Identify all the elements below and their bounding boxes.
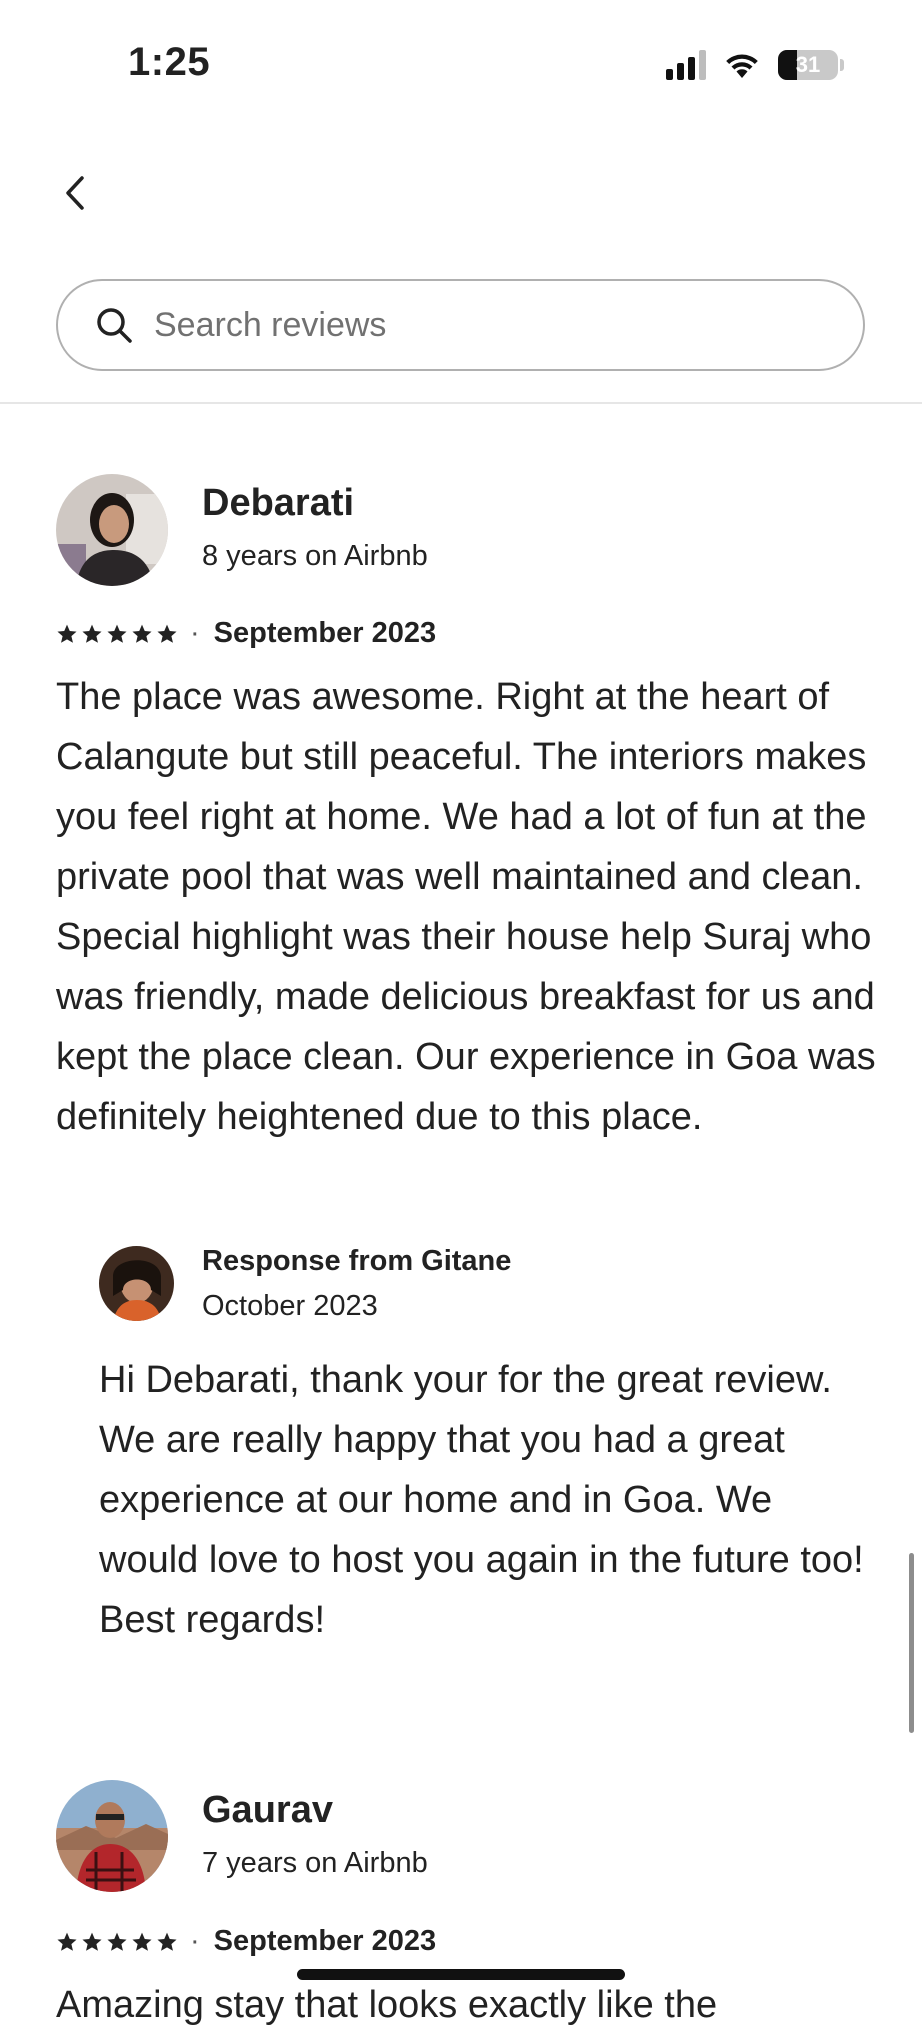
star-icon [132,624,152,643]
star-icon [132,1932,152,1951]
reviewer-name: Debarati [202,482,355,524]
star-icon [157,624,177,643]
reviewer-name: Gaurav [202,1789,333,1831]
search-box[interactable] [56,279,865,371]
star-icon [82,624,102,643]
star-icon [82,1932,102,1951]
response-title: Response from Gitane [202,1245,512,1277]
star-icon [107,1932,127,1951]
scrollbar[interactable] [909,1553,914,1733]
response-text: Hi Debarati, thank your for the great re… [99,1359,864,1641]
battery-percent: 31 [795,52,821,77]
review-text: Amazing stay that looks exactly like the [56,1984,718,2026]
host-avatar[interactable] [99,1246,174,1321]
reviewer-tenure: 7 years on Airbnb [202,1847,428,1879]
battery-nub [840,59,844,71]
meta-separator: · [190,1925,200,1957]
status-bar: 1:25 31 [0,0,922,140]
battery-icon: 31 [778,50,838,80]
reviewer-tenure: 8 years on Airbnb [202,540,428,572]
avatar[interactable] [56,474,168,586]
chevron-left-icon [66,176,84,210]
cellular-signal-icon [666,50,706,80]
star-rating [56,623,178,645]
search-icon [94,305,134,345]
star-icon [157,1932,177,1951]
status-time: 1:25 [128,40,211,84]
response-date: October 2023 [202,1290,378,1322]
divider [0,402,922,404]
review-date: September 2023 [213,1925,437,1957]
home-indicator[interactable] [297,1969,625,1980]
review-text: The place was awesome. Right at the hear… [56,676,876,1138]
search-input[interactable] [152,304,863,346]
star-rating [56,1931,178,1953]
meta-separator: · [190,617,200,649]
status-icons: 31 [666,50,844,80]
star-icon [57,624,77,643]
review-date: September 2023 [213,617,437,649]
star-icon [107,624,127,643]
star-icon [57,1932,77,1951]
review-meta: · September 2023 [56,1925,436,1958]
review-meta: · September 2023 [56,617,436,650]
wifi-icon [726,54,758,78]
back-button[interactable] [50,168,100,218]
avatar[interactable] [56,1780,168,1892]
